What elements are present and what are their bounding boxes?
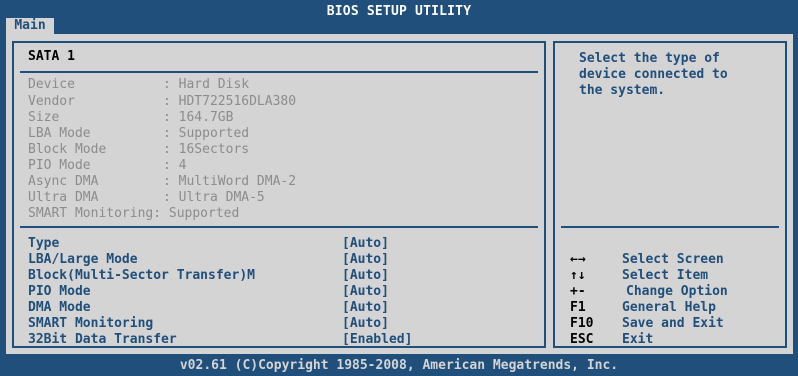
key-legend-row: F1 General Help <box>570 300 785 316</box>
option-value[interactable]: [Enabled] <box>342 332 412 347</box>
info-row-async-dma: Async DMA: MultiWord DMA-2 <box>28 174 296 189</box>
key-desc: Select Screen <box>622 252 724 267</box>
info-row-lba-mode: LBA Mode: Supported <box>28 126 249 141</box>
option-label: PIO Mode <box>28 284 91 299</box>
info-row-block-mode: Block Mode: 16Sectors <box>28 142 249 157</box>
info-value: Ultra DMA-5 <box>178 190 265 205</box>
info-label: Ultra DMA <box>28 190 99 205</box>
key-desc: Exit <box>622 332 654 347</box>
option-label: LBA/Large Mode <box>28 252 138 267</box>
key-label: +- <box>570 284 586 299</box>
info-value: MultiWord DMA-2 <box>178 174 297 189</box>
info-label: PIO Mode <box>28 158 91 173</box>
option-label: DMA Mode <box>28 300 91 315</box>
info-separator: : <box>163 190 179 205</box>
help-line: Select the type of <box>579 51 720 66</box>
info-value: Hard Disk <box>178 77 250 92</box>
info-label: Vendor <box>28 94 75 109</box>
option-type[interactable]: Type [Auto] <box>28 236 528 252</box>
option-block-multi-sector[interactable]: Block(Multi-Sector Transfer)M [Auto] <box>28 268 528 284</box>
info-label: Async DMA <box>28 174 99 189</box>
option-value[interactable]: [Auto] <box>342 252 389 267</box>
option-label: Block(Multi-Sector Transfer)M <box>28 268 255 283</box>
title-bar: BIOS SETUP UTILITY Main <box>0 0 798 34</box>
info-label: Block Mode <box>28 142 107 157</box>
info-row-size: Size: 164.7GB <box>28 110 233 125</box>
key-label: F10 <box>570 316 594 331</box>
key-legend-row: ESC Exit <box>570 332 785 348</box>
option-32bit-transfer[interactable]: 32Bit Data Transfer [Enabled] <box>28 332 528 348</box>
section-title: SATA 1 <box>28 49 75 64</box>
help-line: the system. <box>579 83 666 98</box>
option-value[interactable]: [Auto] <box>342 284 389 299</box>
section-divider <box>20 71 538 73</box>
key-label: F1 <box>570 300 586 315</box>
key-desc: Save and Exit <box>622 316 724 331</box>
left-right-arrows-icon: ←→ <box>570 252 586 267</box>
info-row-ultra-dma: Ultra DMA: Ultra DMA-5 <box>28 190 265 205</box>
key-legend-row: ↑↓ Select Item <box>570 268 785 284</box>
info-label: Size <box>28 110 60 125</box>
option-value[interactable]: [Auto] <box>342 268 389 283</box>
info-row-vendor: Vendor: HDT722516DLA380 <box>28 94 296 109</box>
bios-screen: BIOS SETUP UTILITY Main SATA 1 Device: H… <box>0 0 798 376</box>
option-value[interactable]: [Auto] <box>342 236 389 251</box>
info-separator: : <box>163 158 179 173</box>
info-value: 16Sectors <box>178 142 250 157</box>
option-value[interactable]: [Auto] <box>342 316 389 331</box>
info-separator: : <box>163 94 179 109</box>
help-line: device connected to <box>579 67 728 82</box>
tab-main[interactable]: Main <box>6 18 54 34</box>
options-divider <box>20 226 538 228</box>
info-separator: : <box>163 77 179 92</box>
info-label: LBA Mode <box>28 126 91 141</box>
option-smart-monitoring[interactable]: SMART Monitoring [Auto] <box>28 316 528 332</box>
option-pio-mode[interactable]: PIO Mode [Auto] <box>28 284 528 300</box>
copyright-footer: v02.61 (C)Copyright 1985-2008, American … <box>179 358 619 373</box>
key-legend-row: +- Change Option <box>570 284 785 300</box>
key-legend-row: ←→ Select Screen <box>570 252 785 268</box>
option-label: Type <box>28 236 60 251</box>
info-value: 4 <box>178 158 187 173</box>
key-legend-row: F10 Save and Exit <box>570 316 785 332</box>
help-text: Select the type of device connected to t… <box>579 51 779 99</box>
info-value: HDT722516DLA380 <box>178 94 297 109</box>
key-desc: Select Item <box>622 268 709 283</box>
help-divider <box>561 226 779 228</box>
info-row-device: Device: Hard Disk <box>28 77 249 92</box>
info-separator: : <box>163 142 179 157</box>
info-row-pio-mode: PIO Mode: 4 <box>28 158 186 173</box>
option-label: SMART Monitoring <box>28 316 154 331</box>
option-lba-large-mode[interactable]: LBA/Large Mode [Auto] <box>28 252 528 268</box>
key-label: ESC <box>570 332 594 347</box>
option-label: 32Bit Data Transfer <box>28 332 177 347</box>
key-desc: General Help <box>622 300 716 315</box>
bios-title: BIOS SETUP UTILITY <box>326 4 472 19</box>
info-label: Device <box>28 77 75 92</box>
info-value: Supported <box>178 126 250 141</box>
key-desc: Change Option <box>626 284 728 299</box>
info-separator: : <box>163 126 179 141</box>
info-separator: : <box>163 110 179 125</box>
smart-monitoring-info: SMART Monitoring: Supported <box>28 206 240 221</box>
up-down-arrows-icon: ↑↓ <box>570 268 586 283</box>
info-separator: : <box>163 174 179 189</box>
info-value: 164.7GB <box>178 110 234 125</box>
option-dma-mode[interactable]: DMA Mode [Auto] <box>28 300 528 316</box>
option-value[interactable]: [Auto] <box>342 300 389 315</box>
